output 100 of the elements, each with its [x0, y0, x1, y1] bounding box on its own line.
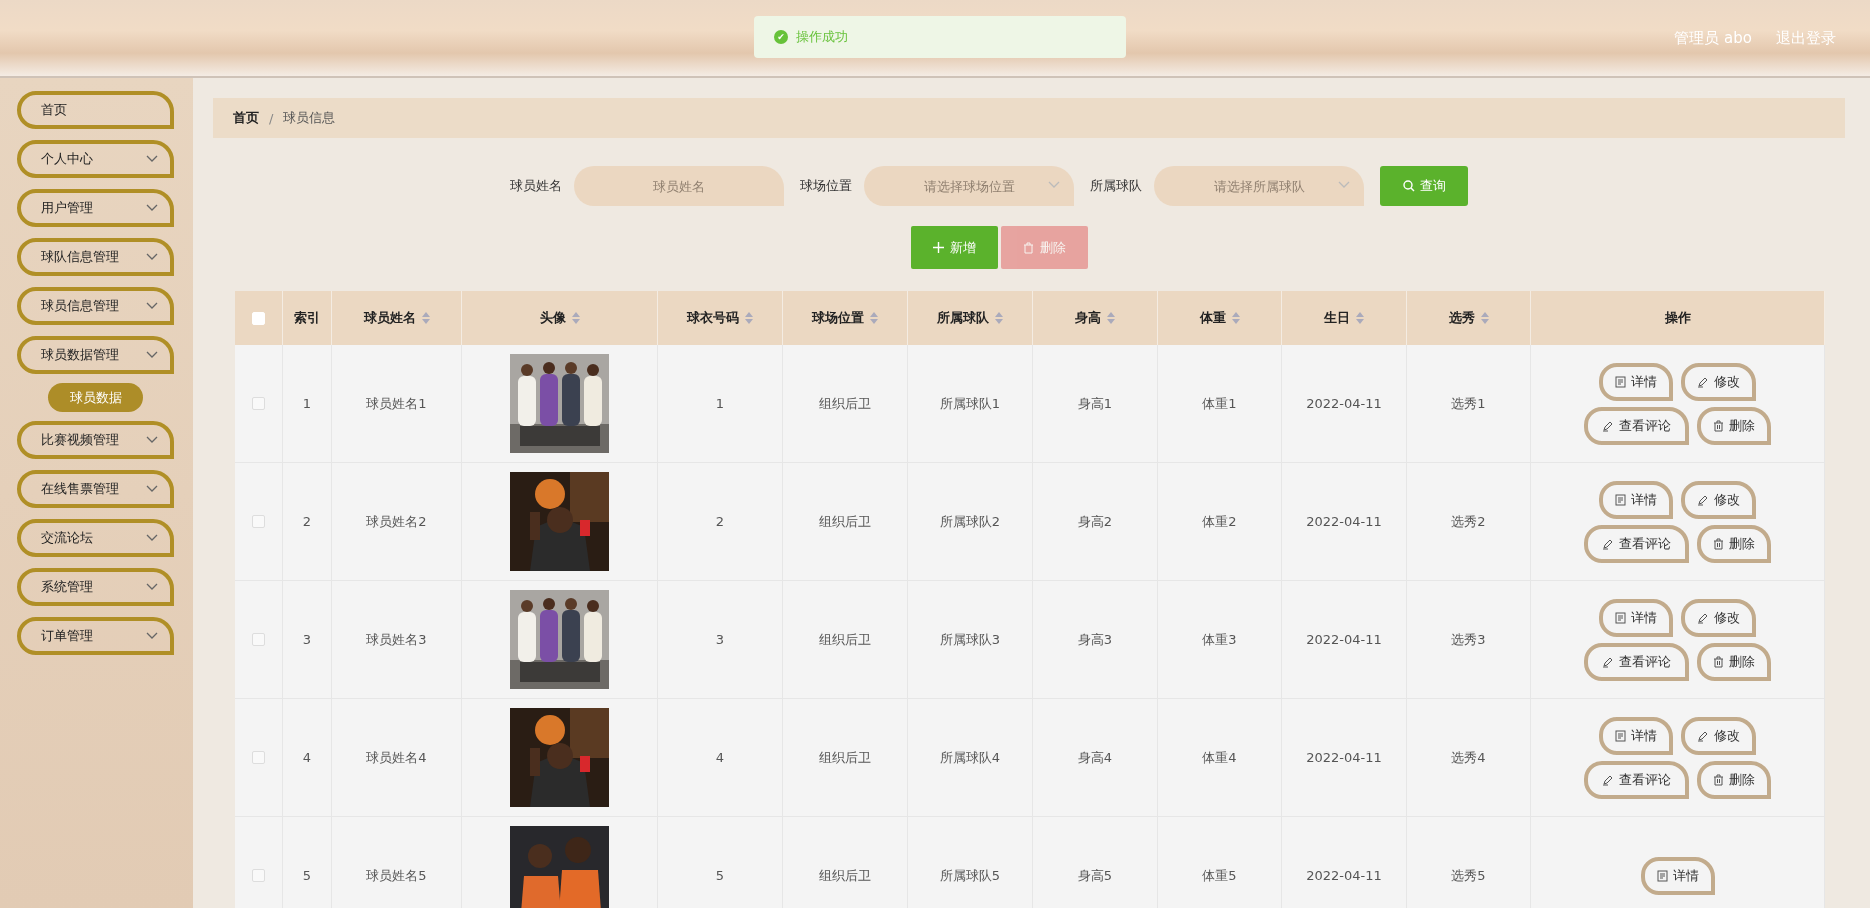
- edit-button[interactable]: 查看评论: [1584, 524, 1689, 563]
- chevron-down-icon: [146, 534, 158, 542]
- table-cell: 体重3: [1202, 630, 1237, 649]
- column-header[interactable]: 球员姓名: [332, 291, 462, 345]
- sidebar-item[interactable]: 首页: [17, 91, 174, 129]
- table-cell: 4: [715, 750, 725, 765]
- breadcrumb-separator: /: [269, 110, 274, 126]
- edit-button[interactable]: 查看评论: [1584, 406, 1689, 445]
- delete-button[interactable]: 删除: [1697, 760, 1771, 799]
- trash-icon: [1713, 655, 1724, 668]
- document-icon: [1615, 611, 1626, 624]
- checkbox[interactable]: [252, 515, 265, 528]
- table-cell: 选秀2: [1451, 512, 1486, 531]
- checkbox[interactable]: [252, 633, 265, 646]
- chevron-down-icon: [146, 436, 158, 444]
- table-cell: 5: [302, 868, 312, 883]
- table-cell: 组织后卫: [819, 630, 871, 649]
- column-header[interactable]: 球场位置: [783, 291, 908, 345]
- table-cell: 选秀4: [1451, 748, 1486, 767]
- table-cell: 3: [715, 632, 725, 647]
- detail-button[interactable]: 详情: [1640, 856, 1715, 895]
- sort-icon[interactable]: [571, 312, 580, 324]
- pencil-icon: [1697, 375, 1709, 388]
- table-cell: 身高3: [1077, 630, 1113, 649]
- sidebar-item[interactable]: 球队信息管理: [17, 238, 174, 276]
- table-cell: 5: [715, 868, 725, 883]
- sidebar-item[interactable]: 系统管理: [17, 568, 174, 606]
- document-icon: [1656, 869, 1668, 882]
- table-cell: 所属球队3: [939, 630, 1001, 649]
- plus-icon: [932, 242, 944, 253]
- table-cell: 2022-04-11: [1306, 396, 1382, 411]
- user-name: 管理员 abo: [1674, 28, 1752, 48]
- edit-button[interactable]: 查看评论: [1584, 760, 1689, 799]
- column-header[interactable]: 身高: [1033, 291, 1158, 345]
- detail-button[interactable]: 详情: [1599, 598, 1673, 637]
- field-label: 所属球队: [1090, 177, 1142, 195]
- input-field[interactable]: 球员姓名: [574, 166, 784, 206]
- sidebar-item[interactable]: 比赛视频管理: [17, 421, 174, 459]
- edit-button[interactable]: 查看评论: [1584, 642, 1689, 681]
- pencil-icon: [1602, 655, 1614, 668]
- sidebar-item[interactable]: 球员数据管理: [17, 336, 174, 374]
- sort-icon[interactable]: [1107, 312, 1115, 324]
- checkbox[interactable]: [252, 397, 265, 410]
- column-header[interactable]: 体重: [1158, 291, 1282, 345]
- sort-icon[interactable]: [1231, 312, 1240, 324]
- table-cell: 选秀1: [1451, 394, 1486, 413]
- select-field[interactable]: 请选择所属球队: [1154, 166, 1364, 206]
- document-icon: [1615, 493, 1626, 506]
- column-header[interactable]: 球衣号码: [658, 291, 783, 345]
- delete-button[interactable]: 删除: [1697, 524, 1771, 563]
- column-header[interactable]: 头像: [462, 291, 658, 345]
- toast-message: 操作成功: [796, 28, 848, 46]
- sort-icon[interactable]: [870, 312, 878, 324]
- trash-icon: [1713, 773, 1724, 786]
- table-cell: 身高5: [1077, 866, 1113, 885]
- sort-icon[interactable]: [1356, 312, 1364, 324]
- sidebar-item[interactable]: 用户管理: [17, 189, 174, 227]
- sidebar-item[interactable]: 球员信息管理: [17, 287, 174, 325]
- select-field[interactable]: 请选择球场位置: [864, 166, 1074, 206]
- table-cell: 球员姓名4: [366, 748, 427, 767]
- document-icon: [1615, 375, 1626, 388]
- column-header: 操作: [1531, 291, 1825, 345]
- search-icon: [1402, 180, 1415, 192]
- table-cell: 所属球队2: [939, 512, 1001, 531]
- edit-button[interactable]: 修改: [1681, 598, 1756, 637]
- chevron-down-icon: [146, 204, 158, 212]
- chevron-down-icon: [146, 155, 158, 163]
- pencil-icon: [1697, 729, 1709, 742]
- table-cell: 1: [302, 396, 312, 411]
- trash-icon: [1022, 241, 1034, 254]
- sort-icon[interactable]: [1480, 312, 1489, 324]
- column-header[interactable]: 选秀: [1407, 291, 1531, 345]
- edit-button[interactable]: 修改: [1681, 480, 1756, 519]
- sort-icon[interactable]: [995, 312, 1003, 324]
- chevron-down-icon: [146, 632, 158, 640]
- checkbox[interactable]: [252, 751, 265, 764]
- edit-button[interactable]: 修改: [1681, 362, 1756, 401]
- table-cell: 组织后卫: [819, 394, 871, 413]
- chevron-down-icon: [1338, 181, 1350, 189]
- table-cell: 球员姓名1: [366, 394, 427, 413]
- trash-icon: [1713, 419, 1724, 432]
- detail-button[interactable]: 详情: [1599, 716, 1673, 755]
- detail-button[interactable]: 详情: [1599, 480, 1673, 519]
- sidebar-item[interactable]: 交流论坛: [17, 519, 174, 557]
- checkbox[interactable]: [252, 869, 265, 882]
- column-header[interactable]: 生日: [1282, 291, 1407, 345]
- sort-icon[interactable]: [745, 312, 753, 324]
- pencil-icon: [1697, 493, 1709, 506]
- chevron-down-icon: [146, 351, 158, 359]
- sidebar-item[interactable]: 个人中心: [17, 140, 174, 178]
- column-header[interactable]: 所属球队: [908, 291, 1033, 345]
- sidebar-item[interactable]: 订单管理: [17, 617, 174, 655]
- delete-button[interactable]: 删除: [1697, 642, 1771, 681]
- detail-button[interactable]: 详情: [1599, 362, 1673, 401]
- delete-button[interactable]: 删除: [1697, 406, 1771, 445]
- breadcrumb-item[interactable]: 首页: [233, 109, 259, 127]
- edit-button[interactable]: 修改: [1681, 716, 1756, 755]
- sort-icon[interactable]: [421, 312, 430, 324]
- sidebar-item[interactable]: 在线售票管理: [17, 470, 174, 508]
- table-cell: 1: [715, 396, 725, 411]
